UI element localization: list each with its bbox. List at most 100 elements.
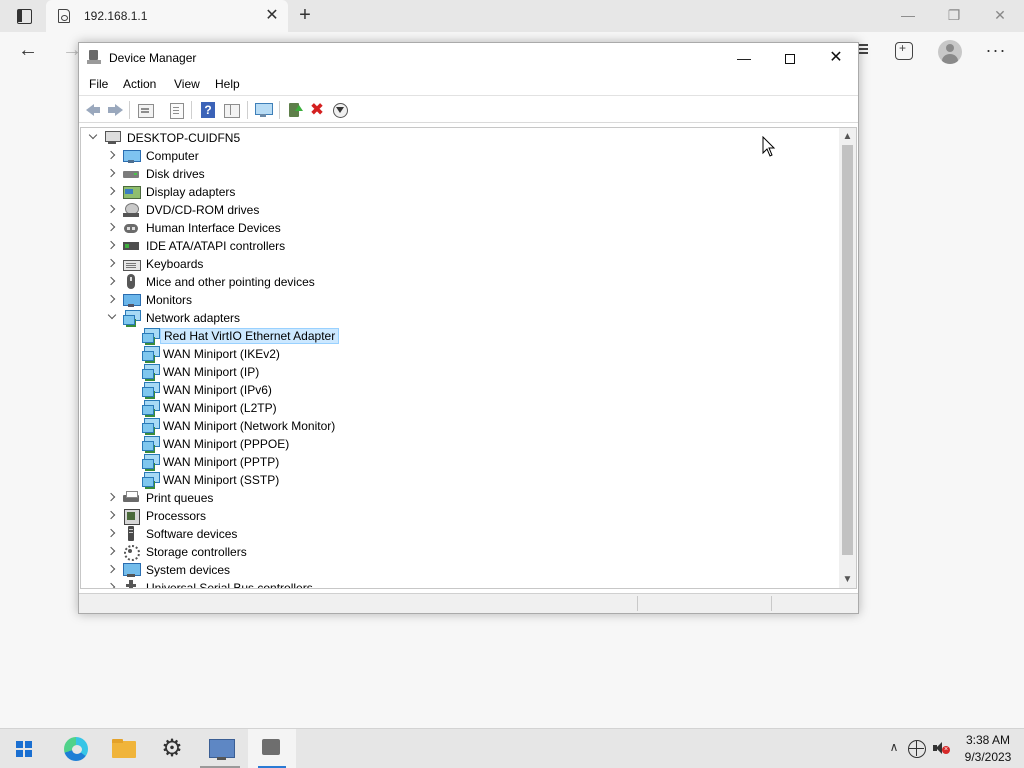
network-adapter-icon	[123, 310, 141, 326]
tree-device-selected[interactable]: Red Hat VirtIO Ethernet Adapter	[141, 327, 821, 345]
tree-device[interactable]: WAN Miniport (L2TP)	[141, 399, 821, 417]
menu-help[interactable]: Help	[215, 77, 240, 91]
show-hidden-icons-chevron-icon[interactable]: ∧	[886, 740, 902, 756]
tree-category[interactable]: Network adapters	[106, 309, 826, 327]
status-separator	[637, 596, 638, 611]
tree-device[interactable]: WAN Miniport (IP)	[141, 363, 821, 381]
new-tab-button[interactable]: +	[294, 4, 316, 26]
network-globe-icon[interactable]	[908, 740, 926, 758]
show-list-icon[interactable]	[167, 101, 185, 119]
tab-close-icon[interactable]: ✕	[262, 6, 282, 26]
remote-desktop-icon[interactable]	[198, 729, 246, 768]
tab-actions-icon[interactable]	[10, 6, 38, 26]
scroll-down-icon[interactable]: ▼	[839, 571, 856, 588]
menu-bar: File Action View Help	[79, 73, 858, 95]
browser-tab-bar: 192.168.1.1 ✕ + — ❐ ✕	[0, 0, 1024, 32]
clock-time[interactable]: 3:38 AM	[955, 733, 1021, 747]
device-tree[interactable]: DESKTOP-CUIDFN5 Computer Disk drives Displ…	[80, 127, 857, 589]
device-manager-taskbar-icon[interactable]	[248, 729, 296, 768]
expand-chevron-icon[interactable]	[106, 294, 116, 304]
expand-chevron-icon[interactable]	[106, 222, 116, 232]
show-hide-pane-icon[interactable]	[222, 101, 240, 119]
scroll-thumb[interactable]	[842, 145, 853, 555]
settings-gear-icon[interactable]: ⚙	[148, 729, 196, 768]
browser-tab[interactable]: 192.168.1.1 ✕	[46, 0, 288, 32]
tree-device[interactable]: WAN Miniport (IKEv2)	[141, 345, 821, 363]
tree-category[interactable]: System devices	[106, 561, 826, 579]
minimize-button[interactable]: —	[721, 43, 767, 73]
profile-avatar-icon[interactable]	[938, 40, 962, 64]
toolbar-separator	[129, 101, 130, 119]
window-titlebar[interactable]: Device Manager — ✕	[79, 43, 858, 73]
browser-close-button[interactable]: ✕	[980, 4, 1020, 26]
expand-chevron-icon[interactable]	[106, 582, 116, 588]
clock-date[interactable]: 9/3/2023	[955, 750, 1021, 764]
tree-category[interactable]: Human Interface Devices	[106, 219, 826, 237]
network-adapter-icon	[142, 364, 160, 380]
update-driver-icon[interactable]	[286, 101, 304, 119]
expand-chevron-icon[interactable]	[106, 564, 116, 574]
ide-controller-icon	[123, 238, 139, 254]
expand-chevron-icon[interactable]	[106, 546, 116, 556]
uninstall-device-icon[interactable]: ✖	[308, 101, 326, 119]
vertical-scrollbar[interactable]: ▲ ▼	[839, 128, 856, 588]
tree-category[interactable]: Display adapters	[106, 183, 826, 201]
collapse-chevron-icon[interactable]	[107, 310, 117, 320]
more-options-icon[interactable]: ···	[984, 38, 1008, 62]
keyboard-icon	[123, 256, 141, 272]
expand-chevron-icon[interactable]	[106, 528, 116, 538]
tree-category[interactable]: Monitors	[106, 291, 826, 309]
collections-icon[interactable]	[895, 41, 913, 60]
scroll-up-icon[interactable]: ▲	[839, 128, 856, 145]
tree-device[interactable]: WAN Miniport (PPTP)	[141, 453, 821, 471]
collapse-chevron-icon[interactable]	[88, 130, 98, 140]
tree-device[interactable]: WAN Miniport (IPv6)	[141, 381, 821, 399]
menu-action[interactable]: Action	[123, 77, 156, 91]
start-button[interactable]	[0, 729, 48, 768]
expand-chevron-icon[interactable]	[106, 150, 116, 160]
tree-category-label: Disk drives	[146, 167, 205, 181]
tree-category[interactable]: IDE ATA/ATAPI controllers	[106, 237, 826, 255]
maximize-button[interactable]	[767, 43, 813, 73]
tree-category[interactable]: Universal Serial Bus controllers	[106, 579, 826, 588]
browser-minimize-button[interactable]: —	[888, 4, 928, 26]
tree-category[interactable]: Storage controllers	[106, 543, 826, 561]
edge-browser-icon[interactable]	[52, 729, 100, 768]
tree-device[interactable]: WAN Miniport (PPPOE)	[141, 435, 821, 453]
tree-device[interactable]: WAN Miniport (SSTP)	[141, 471, 821, 489]
volume-muted-badge-icon: ×	[942, 746, 950, 754]
tree-category-label: Storage controllers	[146, 545, 247, 559]
expand-chevron-icon[interactable]	[106, 204, 116, 214]
tree-category[interactable]: Disk drives	[106, 165, 826, 183]
menu-view[interactable]: View	[174, 77, 200, 91]
tree-category[interactable]: DVD/CD-ROM drives	[106, 201, 826, 219]
processor-icon	[123, 508, 140, 525]
browser-restore-button[interactable]: ❐	[934, 4, 974, 26]
forward-arrow-icon[interactable]	[106, 101, 124, 119]
enable-device-icon[interactable]	[331, 101, 349, 119]
expand-chevron-icon[interactable]	[106, 186, 116, 196]
back-arrow-icon[interactable]	[84, 101, 102, 119]
tree-category[interactable]: Print queues	[106, 489, 826, 507]
expand-chevron-icon[interactable]	[106, 168, 116, 178]
close-button[interactable]: ✕	[813, 43, 859, 73]
tree-category[interactable]: Processors	[106, 507, 826, 525]
tree-category[interactable]: Keyboards	[106, 255, 826, 273]
tree-category[interactable]: Software devices	[106, 525, 826, 543]
scan-hardware-changes-icon[interactable]	[254, 101, 273, 119]
back-arrow-icon[interactable]: ←	[16, 38, 40, 62]
expand-chevron-icon[interactable]	[106, 510, 116, 520]
file-explorer-icon[interactable]	[100, 729, 148, 768]
expand-chevron-icon[interactable]	[106, 492, 116, 502]
tree-category[interactable]: Mice and other pointing devices	[106, 273, 826, 291]
tree-device[interactable]: WAN Miniport (Network Monitor)	[141, 417, 821, 435]
tree-device-label: Red Hat VirtIO Ethernet Adapter	[160, 328, 340, 344]
tree-category[interactable]: Computer	[106, 147, 826, 165]
expand-chevron-icon[interactable]	[106, 240, 116, 250]
help-icon[interactable]	[199, 101, 217, 119]
expand-chevron-icon[interactable]	[106, 258, 116, 268]
tree-root-node[interactable]: DESKTOP-CUIDFN5	[87, 129, 827, 147]
menu-file[interactable]: File	[89, 77, 108, 91]
properties-icon[interactable]	[136, 101, 154, 119]
expand-chevron-icon[interactable]	[106, 276, 116, 286]
